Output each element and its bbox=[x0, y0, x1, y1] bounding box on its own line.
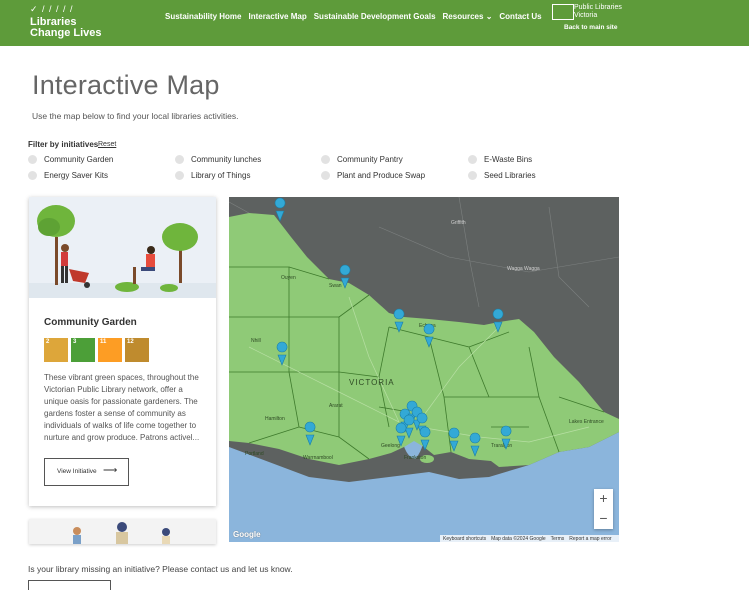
next-initiative-card bbox=[29, 519, 216, 544]
sdg-number: 2 bbox=[46, 339, 50, 345]
sdg-12-badge: 12 bbox=[125, 338, 149, 362]
filter-label: Community Pantry bbox=[337, 155, 403, 164]
tick-marks-logo-icon: ✓ / / / / / bbox=[30, 4, 74, 14]
plv-badge-icon bbox=[552, 4, 574, 20]
filter-heading: Filter by initiatives bbox=[28, 140, 99, 149]
filter-community-garden[interactable]: Community Garden bbox=[28, 155, 113, 164]
map-label-lakes-entrance: Lakes Entrance bbox=[569, 419, 604, 425]
filter-library-of-things[interactable]: Library of Things bbox=[175, 171, 250, 180]
site-header: ✓ / / / / / Libraries Change Lives Susta… bbox=[0, 0, 749, 46]
card-title: Community Garden bbox=[44, 317, 137, 328]
radio-button[interactable] bbox=[321, 171, 330, 180]
zoom-out-button[interactable]: − bbox=[594, 509, 613, 529]
filter-label: Plant and Produce Swap bbox=[337, 171, 426, 180]
map-data-text: Map data ©2024 Google bbox=[491, 535, 546, 542]
chevron-down-icon: ⌄ bbox=[485, 12, 493, 21]
community-garden-illustration bbox=[29, 197, 216, 298]
filter-label: Energy Saver Kits bbox=[44, 171, 109, 180]
map-zoom-control: + − bbox=[594, 489, 613, 529]
nav-sdg[interactable]: Sustainable Development Goals bbox=[314, 12, 436, 21]
nav-contact-us[interactable]: Contact Us bbox=[499, 12, 541, 21]
nav-resources-label: Resources bbox=[442, 12, 484, 21]
map-label-victoria: VICTORIA bbox=[349, 378, 395, 387]
view-initiative-label: View Initiative bbox=[57, 468, 97, 475]
sdg-number: 12 bbox=[127, 339, 134, 345]
map-label-ararat: Ararat bbox=[329, 403, 343, 409]
keyboard-shortcuts-link[interactable]: Keyboard shortcuts bbox=[443, 536, 486, 542]
map-attribution: Keyboard shortcuts Map data ©2024 Google… bbox=[440, 535, 619, 542]
card-description: These vibrant green spaces, throughout t… bbox=[44, 373, 200, 442]
interactive-map[interactable]: VICTORIA Ouyen Swan Nhill Hamilton Warrn… bbox=[229, 197, 619, 542]
map-label-nhill: Nhill bbox=[251, 338, 261, 344]
map-label-frankston: Frankston bbox=[404, 455, 426, 461]
initiative-card: Community Garden 2 3 11 12 These vibrant… bbox=[29, 197, 216, 506]
nav-sustainability-home[interactable]: Sustainability Home bbox=[165, 12, 241, 21]
public-libraries-victoria-logo[interactable]: Public Libraries Victoria Back to main si… bbox=[552, 4, 642, 44]
filter-community-pantry[interactable]: Community Pantry bbox=[321, 155, 403, 164]
filter-energy-saver-kits[interactable]: Energy Saver Kits bbox=[28, 171, 108, 180]
map-label-swan: Swan bbox=[329, 283, 342, 289]
logo-line-2: Change Lives bbox=[30, 27, 102, 39]
map-label-wagga-wagga: Wagga Wagga bbox=[507, 266, 540, 272]
filter-label: Community Garden bbox=[44, 155, 114, 164]
filter-e-waste-bins[interactable]: E-Waste Bins bbox=[468, 155, 532, 164]
sdg-number: 3 bbox=[73, 339, 77, 345]
map-canvas[interactable]: VICTORIA Ouyen Swan Nhill Hamilton Warrn… bbox=[229, 197, 619, 542]
map-label-traralgon: Traralgon bbox=[491, 443, 512, 449]
missing-initiative-text: Is your library missing an initiative? P… bbox=[28, 564, 293, 574]
plv-name-line-2: Victoria bbox=[574, 12, 598, 19]
plv-name: Public Libraries Victoria bbox=[574, 4, 622, 20]
zoom-in-button[interactable]: + bbox=[594, 489, 613, 509]
nav-interactive-map[interactable]: Interactive Map bbox=[248, 12, 306, 21]
reset-link[interactable]: Reset bbox=[98, 141, 116, 148]
nav-resources[interactable]: Resources ⌄ bbox=[443, 12, 493, 21]
map-label-geelong: Geelong bbox=[381, 443, 400, 449]
filter-plant-and-produce-swap[interactable]: Plant and Produce Swap bbox=[321, 171, 425, 180]
filter-label: Community lunches bbox=[191, 155, 262, 164]
radio-button[interactable] bbox=[175, 155, 184, 164]
plv-name-line-1: Public Libraries bbox=[574, 4, 622, 11]
map-label-hamilton: Hamilton bbox=[265, 416, 285, 422]
filter-label: Seed Libraries bbox=[484, 171, 536, 180]
filter-community-lunches[interactable]: Community lunches bbox=[175, 155, 261, 164]
page-subtitle: Use the map below to find your local lib… bbox=[32, 111, 239, 121]
sdg-2-badge: 2 bbox=[44, 338, 68, 362]
back-to-main-site-link[interactable]: Back to main site bbox=[564, 24, 617, 31]
sdg-11-badge: 11 bbox=[98, 338, 122, 362]
radio-button[interactable] bbox=[175, 171, 184, 180]
view-initiative-button[interactable]: View Initiative ⟶ bbox=[44, 458, 129, 486]
map-label-griffith: Griffith bbox=[451, 220, 466, 226]
radio-button[interactable] bbox=[468, 155, 477, 164]
radio-button[interactable] bbox=[28, 171, 37, 180]
arrow-right-icon: ⟶ bbox=[103, 465, 118, 476]
libraries-change-lives-logo[interactable]: ✓ / / / / / Libraries Change Lives bbox=[30, 5, 110, 41]
sdg-number: 11 bbox=[100, 339, 107, 345]
page-title: Interactive Map bbox=[32, 70, 220, 100]
radio-button[interactable] bbox=[321, 155, 330, 164]
map-label-warrnambool: Warrnambool bbox=[303, 455, 333, 461]
filter-seed-libraries[interactable]: Seed Libraries bbox=[468, 171, 536, 180]
map-label-portland: Portland bbox=[245, 451, 264, 457]
sdg-3-badge: 3 bbox=[71, 338, 95, 362]
filter-label: E-Waste Bins bbox=[484, 155, 533, 164]
contact-button[interactable] bbox=[28, 580, 111, 590]
radio-button[interactable] bbox=[468, 171, 477, 180]
filter-label: Library of Things bbox=[191, 171, 251, 180]
map-label-ouyen: Ouyen bbox=[281, 275, 296, 281]
radio-button[interactable] bbox=[28, 155, 37, 164]
main-nav: Sustainability Home Interactive Map Sust… bbox=[165, 12, 542, 21]
google-logo: Google bbox=[233, 530, 261, 539]
terms-link[interactable]: Terms bbox=[551, 536, 565, 542]
report-map-error-link[interactable]: Report a map error bbox=[569, 536, 611, 542]
